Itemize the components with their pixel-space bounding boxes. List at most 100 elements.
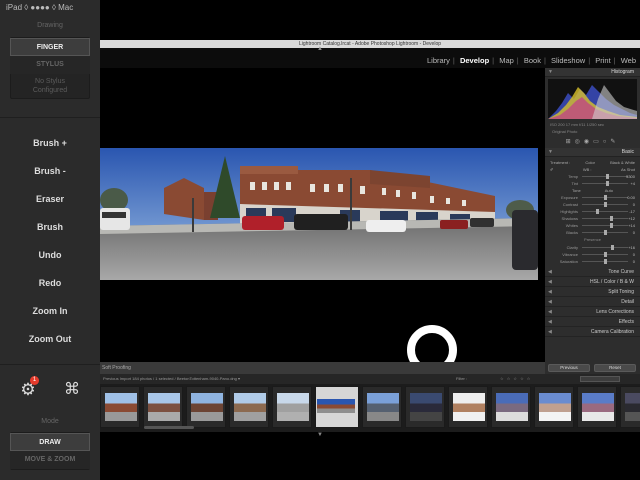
slider-value[interactable]: 5300 <box>626 173 635 180</box>
eraser-button[interactable]: Eraser <box>0 194 100 204</box>
redo-button[interactable]: Redo <box>0 278 100 288</box>
filmstrip[interactable] <box>100 384 640 432</box>
slider-knob[interactable] <box>596 209 600 214</box>
undo-button[interactable]: Undo <box>0 250 100 260</box>
slider-value[interactable]: 0.00 <box>627 194 635 201</box>
red-eye-icon[interactable]: ◉ <box>584 139 593 145</box>
tone-rows: Exposure 0.00 Contrast 0 Highlights -17 Shadow… <box>548 194 637 236</box>
treatment-bw-button[interactable]: Black & White <box>610 159 635 166</box>
slider-value[interactable]: +4 <box>630 180 635 187</box>
slider-track[interactable] <box>582 225 628 226</box>
soft-proofing-checkbox[interactable]: Soft Proofing <box>102 365 131 371</box>
filmstrip-thumbnail[interactable] <box>143 386 183 428</box>
filmstrip-source-info[interactable]: Previous Import 184 photos / 1 selected … <box>103 376 240 381</box>
adjustment-brush-icon[interactable]: ✎ <box>610 139 619 145</box>
slider-value[interactable]: 0 <box>633 258 635 265</box>
slider-knob[interactable] <box>610 223 614 228</box>
thumbnail-image <box>191 393 223 421</box>
slider-knob[interactable] <box>604 252 607 257</box>
filmstrip-thumbnail[interactable] <box>620 386 640 428</box>
panel-header-camera-calibration[interactable]: ◀ Camera Calibration <box>545 327 640 337</box>
slider-knob[interactable] <box>604 202 607 207</box>
histogram-title: Histogram <box>611 69 634 75</box>
module-web[interactable]: Web <box>621 56 636 65</box>
panel-header-detail[interactable]: ◀ Detail <box>545 297 640 307</box>
slider-knob[interactable] <box>606 174 610 179</box>
photo-viewer[interactable] <box>100 68 545 375</box>
module-library[interactable]: Library <box>427 56 450 65</box>
slider-knob[interactable] <box>604 195 607 200</box>
basic-panel: Treatment : Color Black & White ✐ WB : A… <box>545 157 640 267</box>
stylus-button[interactable]: STYLUS <box>10 56 90 74</box>
slider-track[interactable] <box>582 247 628 248</box>
slider-value[interactable]: -17 <box>629 208 635 215</box>
histogram-header[interactable]: ▼ Histogram <box>545 68 640 77</box>
brush-plus-button[interactable]: Brush + <box>0 138 100 148</box>
slider-value[interactable]: +16 <box>628 244 635 251</box>
filmstrip-thumbnail[interactable] <box>229 386 269 428</box>
previous-button[interactable]: Previous <box>548 364 590 372</box>
filmstrip-thumbnail[interactable] <box>315 386 359 428</box>
wb-select[interactable]: As Shot <box>621 166 635 173</box>
bottom-panel-chevron-icon[interactable]: ▼ <box>317 432 323 438</box>
filter-stars[interactable]: ☆ ☆ ☆ ☆ ☆ <box>500 374 531 384</box>
filmstrip-thumbnail[interactable] <box>448 386 488 428</box>
filmstrip-thumbnail[interactable] <box>577 386 617 428</box>
filmstrip-scrollbar[interactable] <box>144 426 194 429</box>
spot-removal-icon[interactable]: ◎ <box>575 139 584 145</box>
slider-knob[interactable] <box>604 259 607 264</box>
slider-value[interactable]: +12 <box>628 215 635 222</box>
basic-header[interactable]: ▼ Basic <box>545 148 640 157</box>
slider-value[interactable]: +14 <box>628 222 635 229</box>
thumbnail-image <box>410 393 442 421</box>
slider-knob[interactable] <box>611 245 615 250</box>
module-print[interactable]: Print <box>595 56 610 65</box>
panel-header-split-toning[interactable]: ◀ Split Toning <box>545 287 640 297</box>
filmstrip-thumbnail[interactable] <box>272 386 312 428</box>
panel-header-tone-curve[interactable]: ◀ Tone Curve <box>545 267 640 277</box>
slider-knob[interactable] <box>605 181 609 186</box>
slider-knob[interactable] <box>604 230 607 235</box>
module-develop[interactable]: Develop <box>460 56 489 65</box>
slider-value[interactable]: 0 <box>633 201 635 208</box>
panel-header-hsl-color-b-w[interactable]: ◀ HSL / Color / B & W <box>545 277 640 287</box>
filmstrip-thumbnail[interactable] <box>405 386 445 428</box>
zoom-in-button[interactable]: Zoom In <box>0 306 100 316</box>
module-book[interactable]: Book <box>524 56 541 65</box>
histogram[interactable]: ISO 200 17 mm f/11 1/250 sec <box>548 79 637 127</box>
slider-value[interactable]: 0 <box>633 251 635 258</box>
reset-button[interactable]: Reset <box>594 364 636 372</box>
slider-value[interactable]: 0 <box>633 229 635 236</box>
filmstrip-thumbnail[interactable] <box>491 386 531 428</box>
filmstrip-thumbnail[interactable] <box>186 386 226 428</box>
filmstrip-thumbnail[interactable] <box>100 386 140 428</box>
slider-knob[interactable] <box>609 216 613 221</box>
command-key-icon[interactable]: ⌘ <box>62 380 82 400</box>
original-photo-checkbox[interactable]: Original Photo <box>548 128 637 136</box>
slider-track[interactable] <box>582 176 628 177</box>
filmstrip-info-bar: Previous Import 184 photos / 1 selected … <box>100 374 640 384</box>
module-slideshow[interactable]: Slideshow <box>551 56 585 65</box>
filmstrip-thumbnail[interactable] <box>362 386 402 428</box>
module-map[interactable]: Map <box>499 56 514 65</box>
slider-track[interactable] <box>582 211 628 212</box>
wb-eyedropper-icon[interactable]: ✐ <box>550 166 553 173</box>
crop-tool-icon[interactable]: ⊞ <box>566 139 575 145</box>
move-zoom-mode-button[interactable]: MOVE & ZOOM <box>10 451 90 469</box>
brush-minus-button[interactable]: Brush - <box>0 166 100 176</box>
graduated-filter-icon[interactable]: ▭ <box>593 139 603 145</box>
panel-header-lens-corrections[interactable]: ◀ Lens Corrections <box>545 307 640 317</box>
zoom-out-button[interactable]: Zoom Out <box>0 334 100 344</box>
panel-header-effects[interactable]: ◀ Effects <box>545 317 640 327</box>
draw-mode-button[interactable]: DRAW <box>10 433 90 451</box>
top-panel-chevron-icon[interactable]: ▲ <box>317 46 323 52</box>
finger-button[interactable]: FINGER <box>10 38 90 56</box>
slider-track[interactable] <box>582 218 628 219</box>
tone-auto-button[interactable]: Auto <box>605 187 613 194</box>
brush-button[interactable]: Brush <box>0 222 100 232</box>
treatment-color-button[interactable]: Color <box>585 159 595 166</box>
panel-header-label: Tone Curve <box>608 269 634 275</box>
tone-label: Tone <box>572 188 581 193</box>
filter-preset-select[interactable] <box>580 376 620 382</box>
filmstrip-thumbnail[interactable] <box>534 386 574 428</box>
